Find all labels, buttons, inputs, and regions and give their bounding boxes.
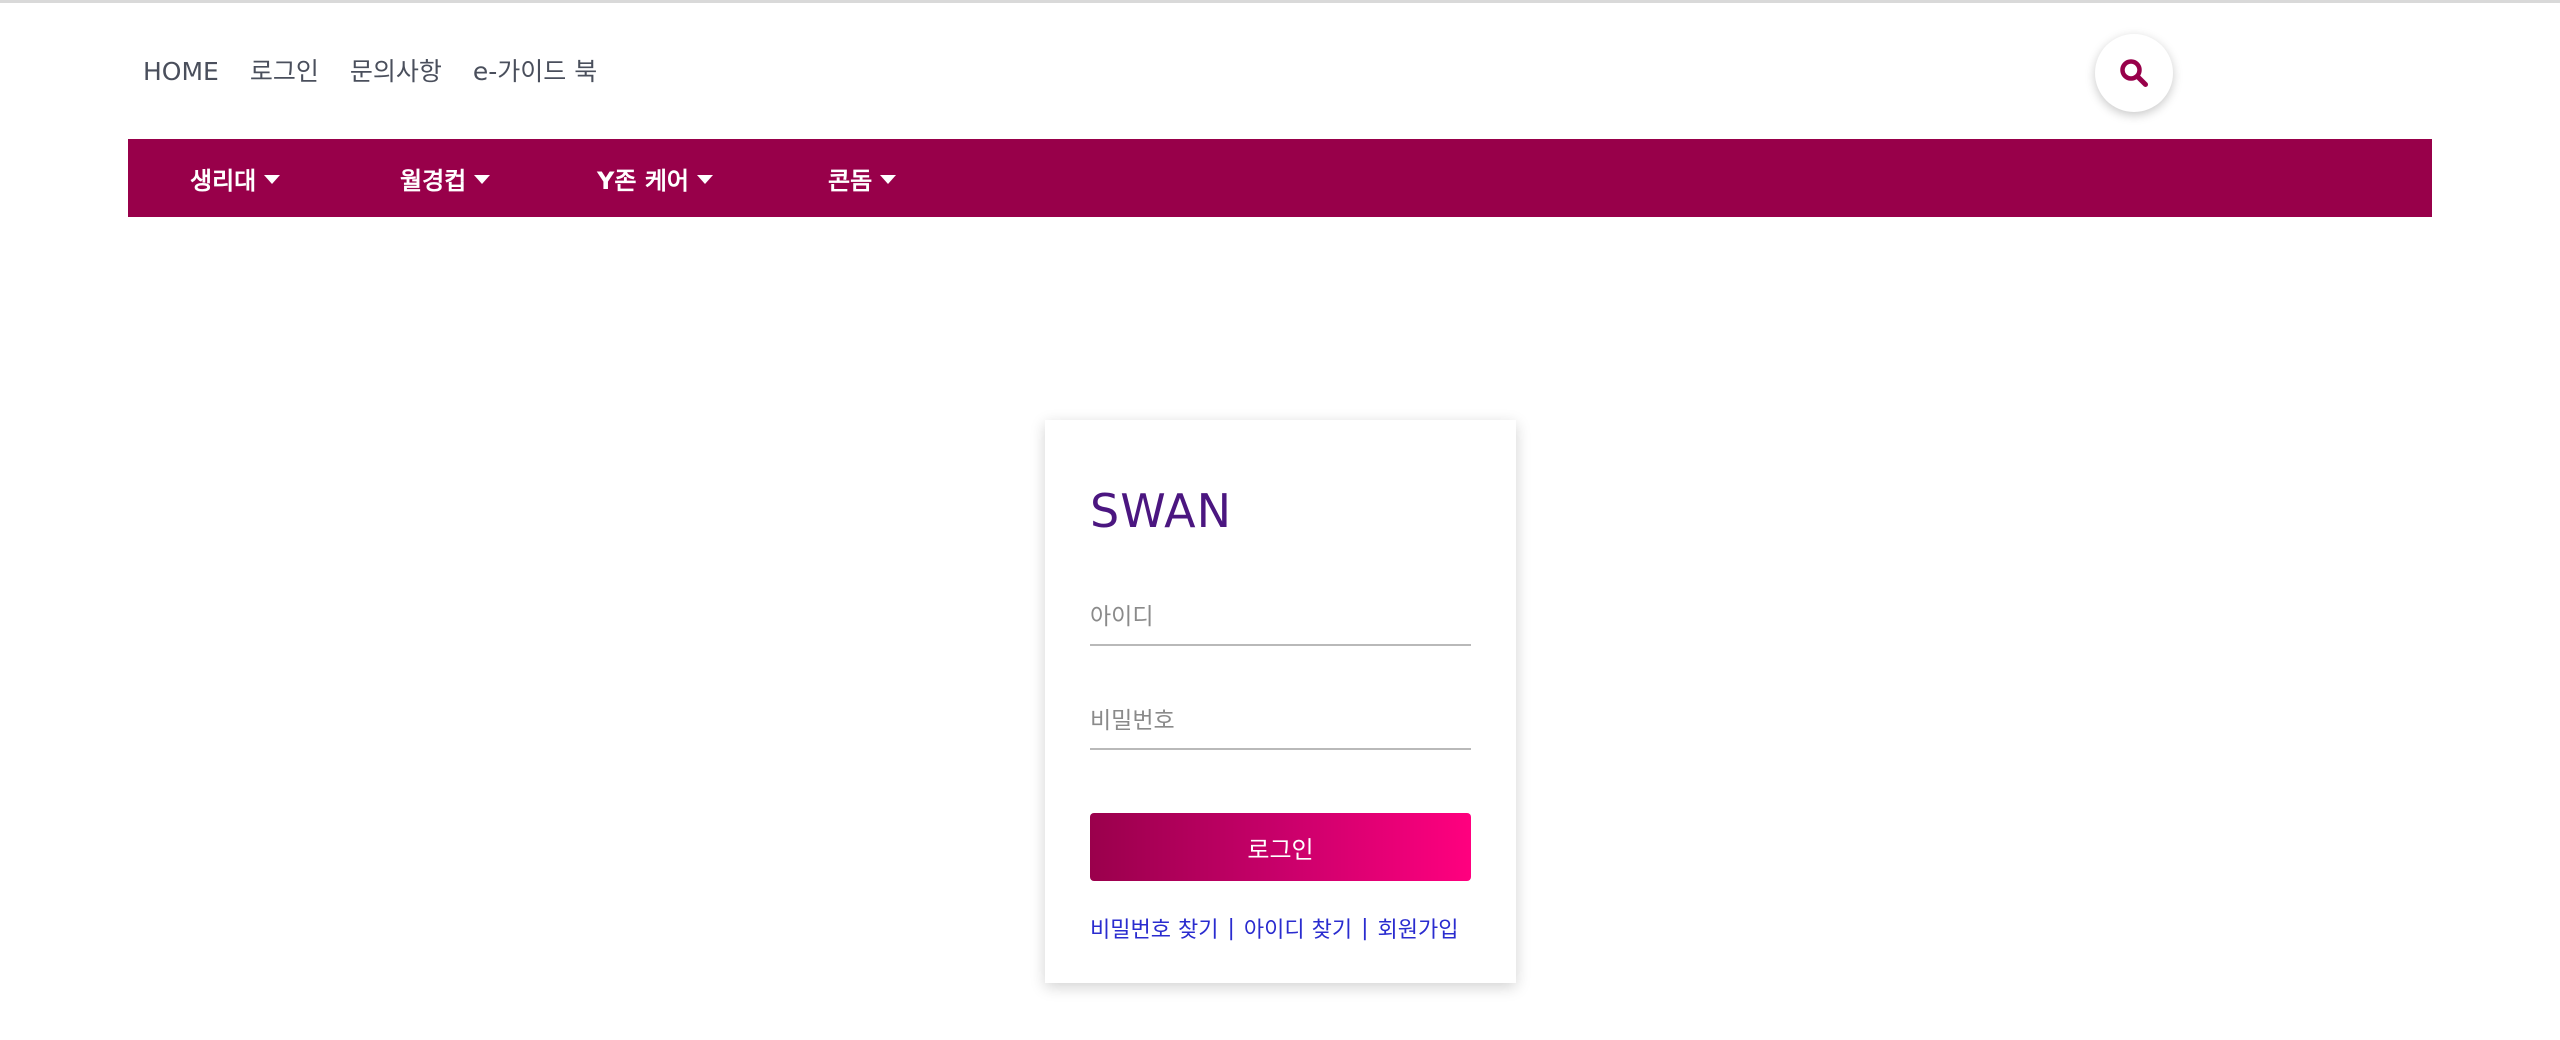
search-icon <box>2120 59 2148 87</box>
link-separator: | <box>1227 915 1235 941</box>
account-help-links: 비밀번호 찾기 | 아이디 찾기 | 회원가입 <box>1090 912 1458 944</box>
search-button[interactable] <box>2095 34 2173 112</box>
nav-menu-label: 월경컵 <box>400 166 467 195</box>
nav-menu-menstrual-cup[interactable]: 월경컵 <box>400 139 491 217</box>
nav-menu-pads[interactable]: 생리대 <box>190 139 281 217</box>
utility-nav: HOME 로그인 문의사항 e-가이드 북 <box>143 56 628 88</box>
nav-link-login[interactable]: 로그인 <box>250 56 319 88</box>
top-divider <box>0 0 2560 3</box>
page: HOME 로그인 문의사항 e-가이드 북 생리대 월경컵 Y존 케어 콘돔 S… <box>0 0 2560 1040</box>
find-id-link[interactable]: 아이디 찾기 <box>1244 912 1352 944</box>
login-submit-button[interactable]: 로그인 <box>1090 813 1471 881</box>
nav-menu-condom[interactable]: 콘돔 <box>828 139 897 217</box>
nav-menu-label: Y존 케어 <box>597 166 689 195</box>
main-category-nav: 생리대 월경컵 Y존 케어 콘돔 <box>128 139 2432 217</box>
caret-down-icon <box>264 175 281 184</box>
login-actions: 로그인 비밀번호 찾기 | 아이디 찾기 | 회원가입 <box>1045 420 1516 983</box>
nav-menu-yzone-care[interactable]: Y존 케어 <box>597 139 713 217</box>
caret-down-icon <box>696 175 713 184</box>
link-separator: | <box>1361 915 1369 941</box>
nav-link-eguide[interactable]: e-가이드 북 <box>473 56 597 88</box>
nav-menu-label: 생리대 <box>190 166 257 195</box>
nav-menu-label: 콘돔 <box>828 166 873 195</box>
nav-link-home[interactable]: HOME <box>143 56 219 88</box>
caret-down-icon <box>880 175 897 184</box>
find-password-link[interactable]: 비밀번호 찾기 <box>1090 912 1218 944</box>
signup-link[interactable]: 회원가입 <box>1377 912 1458 944</box>
nav-link-inquiry[interactable]: 문의사항 <box>350 56 442 88</box>
caret-down-icon <box>474 175 491 184</box>
